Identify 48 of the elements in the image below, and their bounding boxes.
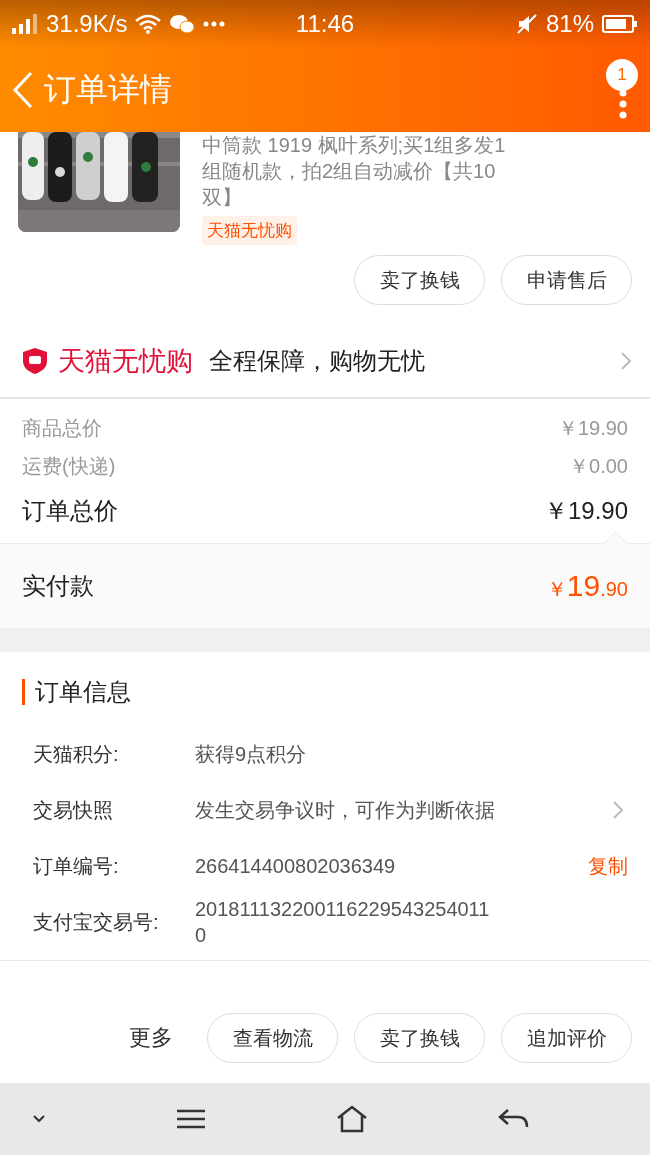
chevron-down-icon[interactable] — [32, 1114, 46, 1124]
home-icon[interactable] — [336, 1105, 368, 1133]
price-label: 运费(快递) — [22, 453, 116, 479]
guarantee-row[interactable]: 天猫无忧购 全程保障，购物无忧 — [0, 325, 650, 399]
shield-icon — [22, 347, 48, 375]
action-button[interactable]: 卖了换钱 — [354, 1013, 485, 1063]
wifi-icon — [135, 14, 162, 34]
info-value: 发生交易争议时，可作为判断依据 — [195, 798, 493, 823]
battery-icon — [602, 14, 638, 34]
payment-amount: ￥19.90 — [546, 569, 628, 603]
action-button[interactable]: 卖了换钱 — [354, 255, 485, 305]
action-button[interactable]: 追加评价 — [501, 1013, 632, 1063]
info-value: 2018111322001162295432540110 — [195, 897, 491, 948]
payment-label: 实付款 — [22, 571, 94, 601]
mute-icon — [515, 13, 538, 35]
chevron-right-icon — [620, 351, 632, 371]
info-label: 交易快照 — [33, 797, 114, 823]
more-icon — [203, 21, 226, 27]
price-label: 商品总价 — [22, 415, 102, 441]
battery-percent: 81% — [545, 10, 594, 38]
info-label: 支付宝交易号: — [33, 909, 160, 935]
price-value: ￥19.90 — [543, 496, 628, 526]
info-value: 266414400802036349 — [195, 854, 397, 879]
tmall-tag: 天猫无忧购 — [202, 216, 297, 245]
guarantee-text: 全程保障，购物无忧 — [209, 346, 425, 376]
product-title: 中筒款 1919 枫叶系列;买1组多发1 — [202, 133, 506, 158]
more-link[interactable]: 更多 — [129, 1023, 173, 1053]
back-arrow-icon[interactable] — [498, 1108, 530, 1130]
network-speed: 31.9K/s — [46, 10, 128, 38]
guarantee-brand: 天猫无忧购 — [58, 345, 193, 378]
price-label: 订单总价 — [22, 496, 118, 526]
action-button[interactable]: 申请售后 — [501, 255, 632, 305]
notification-badge: 1 — [606, 59, 638, 91]
price-value: ￥0.00 — [569, 453, 628, 479]
product-title: 双】 — [202, 185, 243, 210]
product-title: 组随机款，拍2组自动减价【共10 — [202, 159, 497, 184]
signal-icon — [12, 14, 38, 34]
info-label: 订单编号: — [33, 853, 120, 879]
section-title: 订单信息 — [35, 677, 131, 707]
price-value: ￥19.90 — [557, 415, 628, 441]
page-title: 订单详情 — [44, 70, 172, 109]
clock-time: 11:46 — [295, 10, 355, 38]
more-menu-icon[interactable] — [619, 89, 627, 119]
chat-icon — [169, 14, 196, 34]
menu-icon[interactable] — [176, 1109, 206, 1129]
info-label: 天猫积分: — [33, 741, 120, 767]
info-value: 获得9点积分 — [195, 742, 308, 767]
action-button[interactable]: 查看物流 — [207, 1013, 338, 1063]
